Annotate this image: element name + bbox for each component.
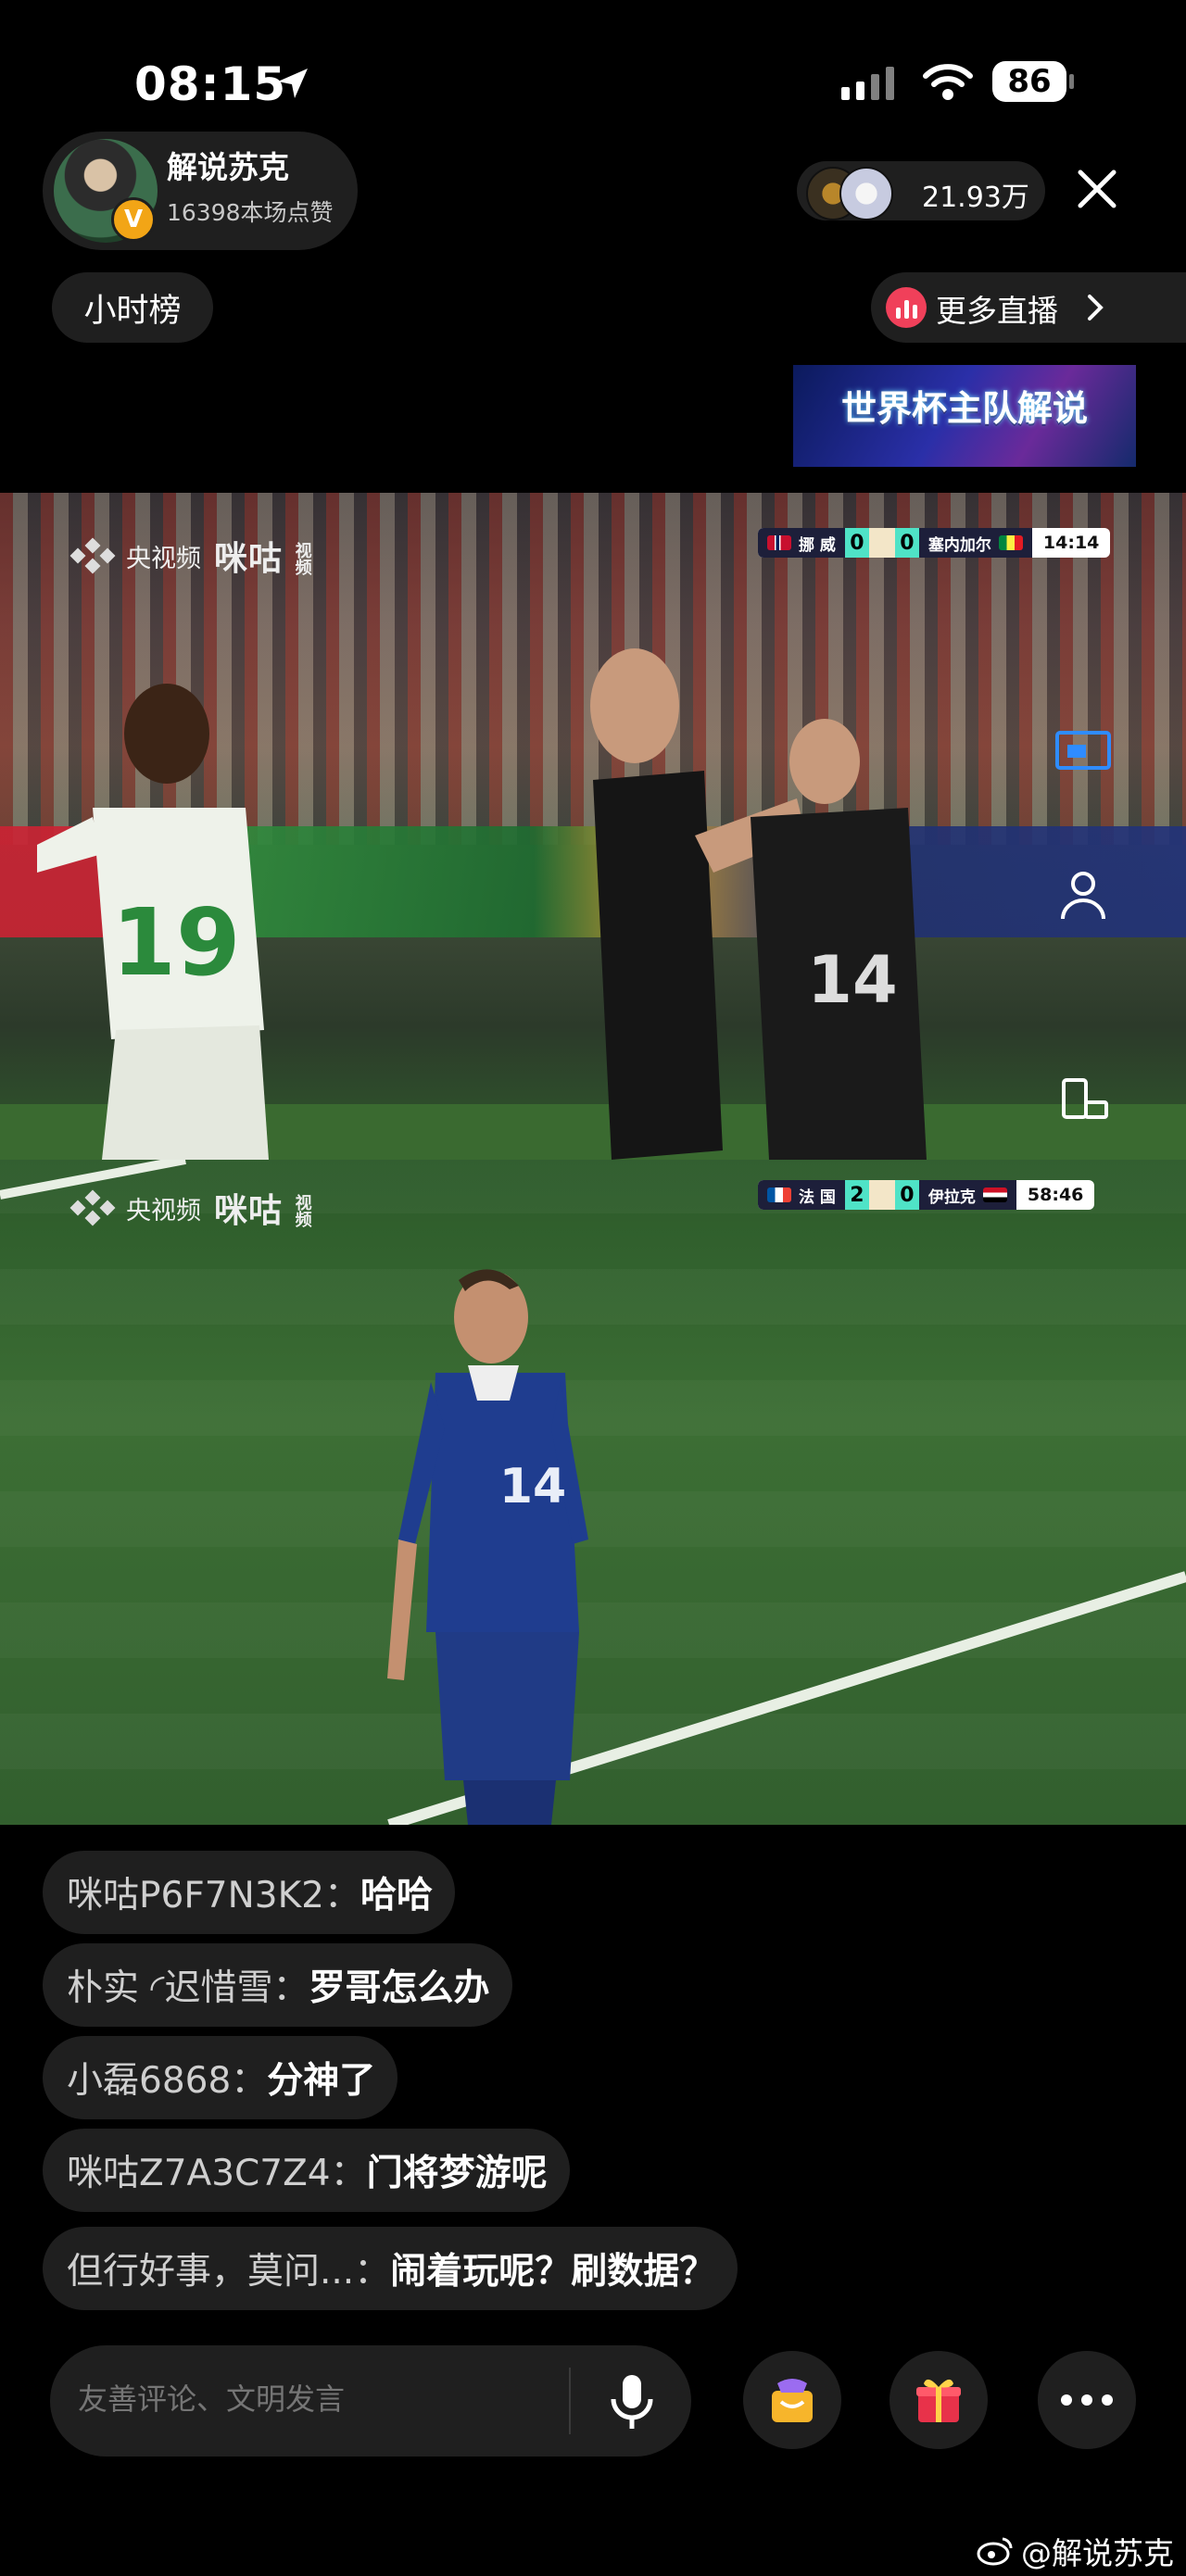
scoreboard-bottom: 法 国 2 0 伊拉克 58:46 (758, 1180, 1095, 1210)
norway-flag-icon (767, 535, 791, 550)
svg-text:14: 14 (499, 1459, 566, 1514)
comment-text: 分神了 (267, 2060, 376, 2102)
comment-item[interactable]: 朴实 ◜迟惜雪： 罗哥怎么办 (43, 1943, 512, 2027)
gift-bag-icon (772, 2379, 813, 2422)
match-clock: 58:46 (1027, 1185, 1084, 1205)
cctv-video-label: 央视频 (126, 1196, 201, 1225)
cctv-video-label: 央视频 (126, 544, 201, 573)
player-france: 14 (387, 1269, 588, 1825)
battery-tip (1069, 74, 1074, 89)
score: 0 (894, 1180, 919, 1210)
comment-user[interactable]: 朴实 ◜迟惜雪： (67, 1959, 309, 2011)
hourly-rank-button[interactable]: 小时榜 (52, 272, 213, 343)
verified-badge: V (111, 197, 156, 242)
more-icon (1061, 2394, 1113, 2406)
status-time: 08:15 (134, 57, 287, 111)
comment-text: 闹着玩呢？刷数据？ (390, 2251, 716, 2293)
team-name: 塞内加尔 (927, 535, 991, 555)
video-player-top[interactable]: 19 14 央视频 咪咕 视频 挪 威 0 0 塞内加尔 14:14 (0, 493, 1186, 1160)
comment-item[interactable]: 但行好事，莫问...： 闹着玩呢？刷数据？ (43, 2227, 738, 2310)
video-player-bottom[interactable]: 14 央视频 咪咕 视频 法 国 2 0 伊拉克 58:46 (0, 1160, 1186, 1825)
broadcast-logos: 央视频 咪咕 视频 (69, 1184, 314, 1232)
trophy-icon (868, 528, 895, 558)
chart-icon (886, 287, 927, 328)
broadcast-logos: 央视频 咪咕 视频 (69, 532, 314, 580)
weibo-icon (977, 2537, 1013, 2566)
more-live-label: 更多直播 (936, 293, 1058, 329)
person-icon[interactable] (1059, 869, 1107, 921)
chevron-right-icon (1088, 295, 1104, 320)
viewer-count: 21.93万 (922, 182, 1029, 214)
team-name: 伊拉克 (927, 1187, 976, 1207)
comment-item[interactable]: 小磊6868： 分神了 (43, 2036, 398, 2119)
gift-box-icon (916, 2379, 961, 2422)
host-name[interactable]: 解说苏克 (167, 143, 289, 187)
rotate-icon[interactable] (1060, 1076, 1110, 1121)
host-likes: 16398本场点赞 (167, 199, 334, 226)
gift-bag-button[interactable] (743, 2351, 841, 2449)
match-clock: 14:14 (1042, 533, 1100, 553)
score: 2 (844, 1180, 869, 1210)
viewer-avatar (839, 167, 893, 220)
player-senegal: 19 (37, 684, 269, 1160)
comment-text: 罗哥怎么办 (309, 1967, 490, 2009)
scoreboard-top: 挪 威 0 0 塞内加尔 14:14 (758, 528, 1111, 558)
iraq-flag-icon (982, 1187, 1007, 1202)
signal-icon (841, 67, 894, 100)
comment-user[interactable]: 咪咕Z7A3C7Z4： (67, 2144, 367, 2196)
mic-icon[interactable] (602, 2369, 662, 2434)
close-icon[interactable] (1075, 167, 1119, 211)
comment-item[interactable]: 咪咕Z7A3C7Z4： 门将梦游呢 (43, 2129, 570, 2212)
migu-logo: 咪咕 视频 (214, 540, 313, 578)
pip-icon[interactable] (1054, 730, 1112, 774)
comment-user[interactable]: 小磊6868： (67, 2052, 267, 2104)
weibo-watermark: @解说苏克 (977, 2529, 1174, 2573)
svg-text:19: 19 (111, 888, 240, 997)
score: 0 (844, 528, 869, 558)
wifi-icon (923, 64, 973, 100)
comment-item[interactable]: 咪咕P6F7N3K2： 哈哈 (43, 1851, 455, 1934)
watermark-text: @解说苏克 (1021, 2535, 1174, 2571)
world-cup-banner[interactable]: 世界杯主队解说 (793, 365, 1136, 467)
comment-user[interactable]: 但行好事，莫问...： (67, 2243, 390, 2294)
location-arrow-icon (278, 69, 308, 98)
svg-text:14: 14 (807, 942, 897, 1018)
comment-text: 哈哈 (360, 1875, 433, 1916)
trophy-icon (868, 1180, 895, 1210)
migu-logo: 咪咕 视频 (214, 1192, 313, 1230)
input-divider (569, 2368, 571, 2434)
senegal-flag-icon (998, 535, 1023, 550)
comment-text: 门将梦游呢 (366, 2153, 548, 2194)
player-norway: 14 (590, 648, 927, 1160)
cctv-video-icon (69, 537, 116, 574)
comment-input[interactable] (76, 2381, 543, 2418)
score: 0 (894, 528, 919, 558)
cctv-video-icon (69, 1189, 116, 1226)
more-button[interactable] (1038, 2351, 1136, 2449)
comment-user[interactable]: 咪咕P6F7N3K2： (67, 1866, 360, 1918)
france-flag-icon (767, 1187, 791, 1202)
gift-button[interactable] (890, 2351, 988, 2449)
team-name: 法 国 (799, 1187, 836, 1207)
team-name: 挪 威 (799, 535, 836, 555)
battery-indicator: 86 (992, 61, 1066, 102)
